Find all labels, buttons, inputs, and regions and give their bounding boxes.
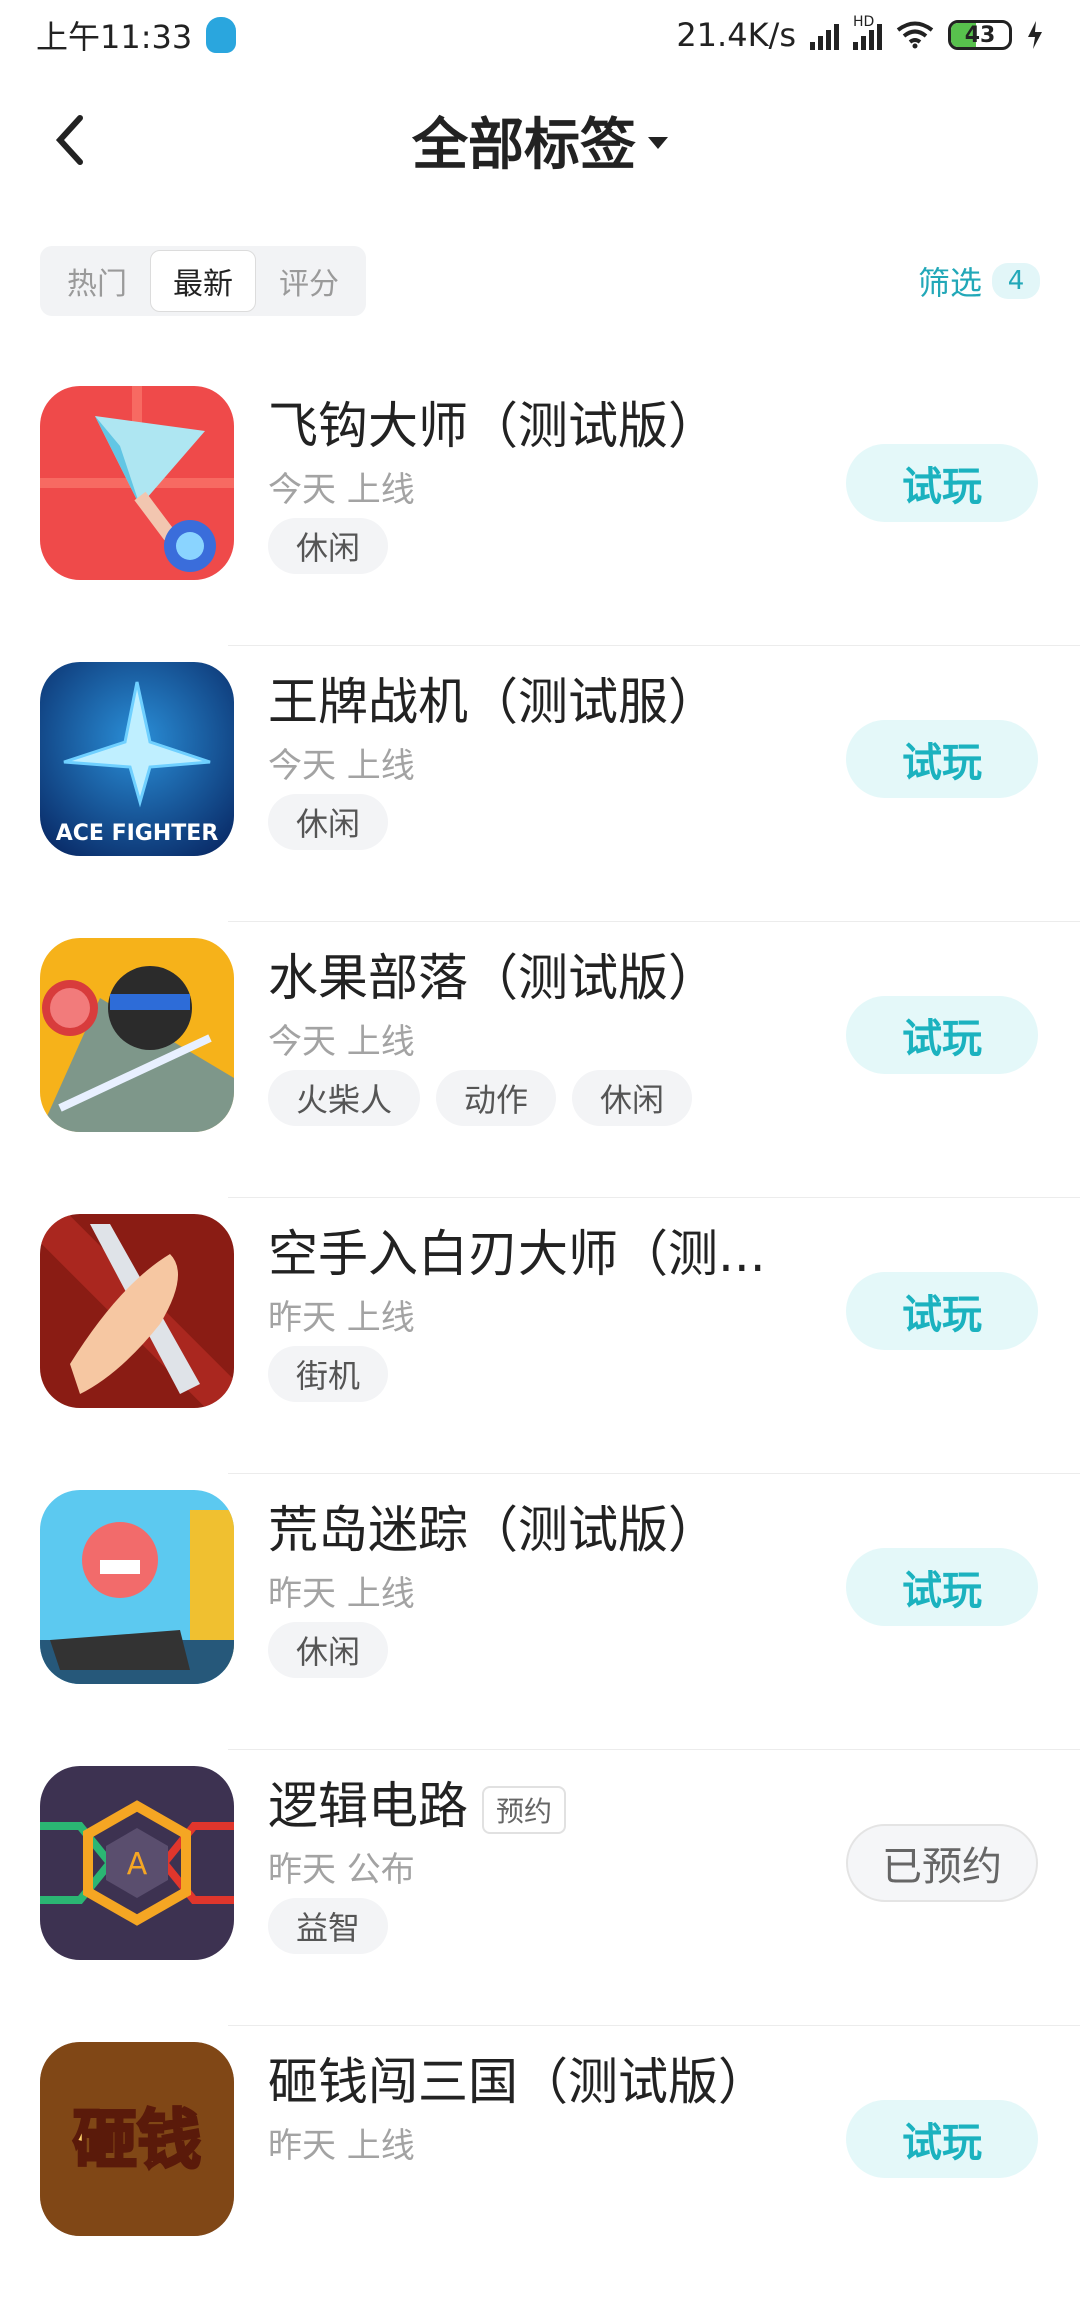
app-release: 今天 上线	[268, 470, 415, 510]
status-left: 上午11:33	[36, 12, 237, 58]
try-button[interactable]: 试玩	[846, 720, 1038, 798]
try-button[interactable]: 试玩	[846, 2100, 1038, 2178]
list-item[interactable]: 水果部落（测试版） 今天 上线 火柴人 动作 休闲 试玩	[0, 922, 1080, 1198]
app-tag[interactable]: 益智	[268, 1898, 389, 1954]
app-tag[interactable]: 休闲	[268, 1622, 389, 1678]
reserve-badge: 预约	[482, 1785, 567, 1834]
app-tag[interactable]: 休闲	[572, 1070, 693, 1126]
app-tags: 休闲	[268, 794, 389, 850]
app-list: 飞钩大师（测试版） 今天 上线 休闲 试玩 ACE FIGHTER 王牌战机（测…	[0, 370, 1080, 2302]
app-icon-ace-fighter: ACE FIGHTER	[40, 662, 234, 856]
app-tags: 街机	[268, 1346, 389, 1402]
app-icon-fruit-tribe	[40, 938, 234, 1132]
app-name: 荒岛迷踪（测试版）	[268, 1501, 718, 1559]
app-icon-three-kingdoms: 砸钱	[40, 2042, 234, 2236]
sort-segmented-control: 热门 最新 评分	[40, 246, 366, 316]
tab-newest[interactable]: 最新	[150, 250, 256, 312]
status-right: 21.4K/s HD 43	[676, 14, 1044, 54]
list-item[interactable]: 荒岛迷踪（测试版） 昨天 上线 休闲 试玩	[0, 1474, 1080, 1750]
list-item[interactable]: 飞钩大师（测试版） 今天 上线 休闲 试玩	[0, 370, 1080, 646]
try-button[interactable]: 试玩	[846, 996, 1038, 1074]
ace-fighter-logo-text: ACE FIGHTER	[56, 821, 219, 846]
app-release: 昨天 上线	[268, 1298, 415, 1338]
app-name: 王牌战机（测试服）	[268, 673, 718, 731]
sort-tabs-row: 热门 最新 评分 筛选 4	[40, 246, 1040, 316]
try-button[interactable]: 试玩	[846, 444, 1038, 522]
list-item[interactable]: 空手入白刃大师（测... 昨天 上线 街机 试玩	[0, 1198, 1080, 1474]
app-release: 昨天 上线	[268, 1574, 415, 1614]
app-release: 今天 上线	[268, 746, 415, 786]
filter-label: 筛选	[917, 264, 982, 302]
list-item[interactable]: ACE FIGHTER 王牌战机（测试服） 今天 上线 休闲 试玩	[0, 646, 1080, 922]
back-arrow-icon	[55, 115, 83, 165]
app-tags: 火柴人 动作 休闲	[268, 1070, 693, 1126]
app-tag[interactable]: 火柴人	[268, 1070, 421, 1126]
app-icon-logic-circuit: A	[40, 1766, 234, 1960]
tab-rating[interactable]: 评分	[256, 250, 362, 312]
app-icon-island-mystery	[40, 1490, 234, 1684]
app-tags: 益智	[268, 1898, 389, 1954]
battery-icon: 43	[948, 20, 1012, 50]
app-name-text: 逻辑电路	[268, 1777, 468, 1835]
app-tag[interactable]: 动作	[436, 1070, 557, 1126]
caret-down-icon	[648, 137, 668, 149]
app-tag[interactable]: 街机	[268, 1346, 389, 1402]
app-tag[interactable]: 休闲	[268, 794, 389, 850]
app-tags: 休闲	[268, 518, 389, 574]
page-title: 全部标签	[412, 112, 636, 178]
battery-level: 43	[964, 22, 996, 48]
app-name: 砸钱闯三国（测试版）	[268, 2053, 768, 2111]
app-release: 昨天 公布	[268, 1850, 415, 1890]
back-button[interactable]	[40, 110, 100, 170]
three-kingdoms-logo-text: 砸钱	[73, 2103, 201, 2178]
reserved-button[interactable]: 已预约	[846, 1824, 1038, 1902]
signal-hd-icon: HD	[853, 14, 882, 50]
app-tag[interactable]: 休闲	[268, 518, 389, 574]
network-speed: 21.4K/s	[676, 16, 796, 54]
app-icon-karate-master	[40, 1214, 234, 1408]
signal-icon	[810, 20, 839, 50]
list-item[interactable]: 砸钱 砸钱闯三国（测试版） 昨天 上线 试玩	[0, 2026, 1080, 2302]
app-icon-hook-master	[40, 386, 234, 580]
header: 全部标签	[0, 90, 1080, 190]
list-item[interactable]: A 逻辑电路 预约 昨天 公布 益智 已预约	[0, 1750, 1080, 2026]
status-bar: 上午11:33 21.4K/s HD 43	[0, 0, 1080, 70]
filter-button[interactable]: 筛选 4	[918, 258, 1040, 304]
app-release: 今天 上线	[268, 1022, 415, 1062]
network-type-label: HD	[853, 14, 875, 30]
app-name: 空手入白刃大师（测...	[268, 1225, 766, 1283]
try-button[interactable]: 试玩	[846, 1548, 1038, 1626]
filter-count-badge: 4	[992, 263, 1040, 299]
app-name: 水果部落（测试版）	[268, 949, 718, 1007]
status-time: 上午11:33	[36, 18, 193, 56]
title-dropdown[interactable]: 全部标签	[412, 100, 668, 181]
tab-hot[interactable]: 热门	[44, 250, 150, 312]
app-tags: 休闲	[268, 1622, 389, 1678]
wifi-icon	[896, 21, 934, 49]
try-button[interactable]: 试玩	[846, 1272, 1038, 1350]
app-name: 逻辑电路 预约	[268, 1766, 567, 1838]
charging-icon	[1028, 21, 1042, 49]
app-name: 飞钩大师（测试版）	[268, 397, 718, 455]
logic-circuit-icon-letter: A	[127, 1847, 148, 1882]
qq-icon	[206, 17, 237, 53]
